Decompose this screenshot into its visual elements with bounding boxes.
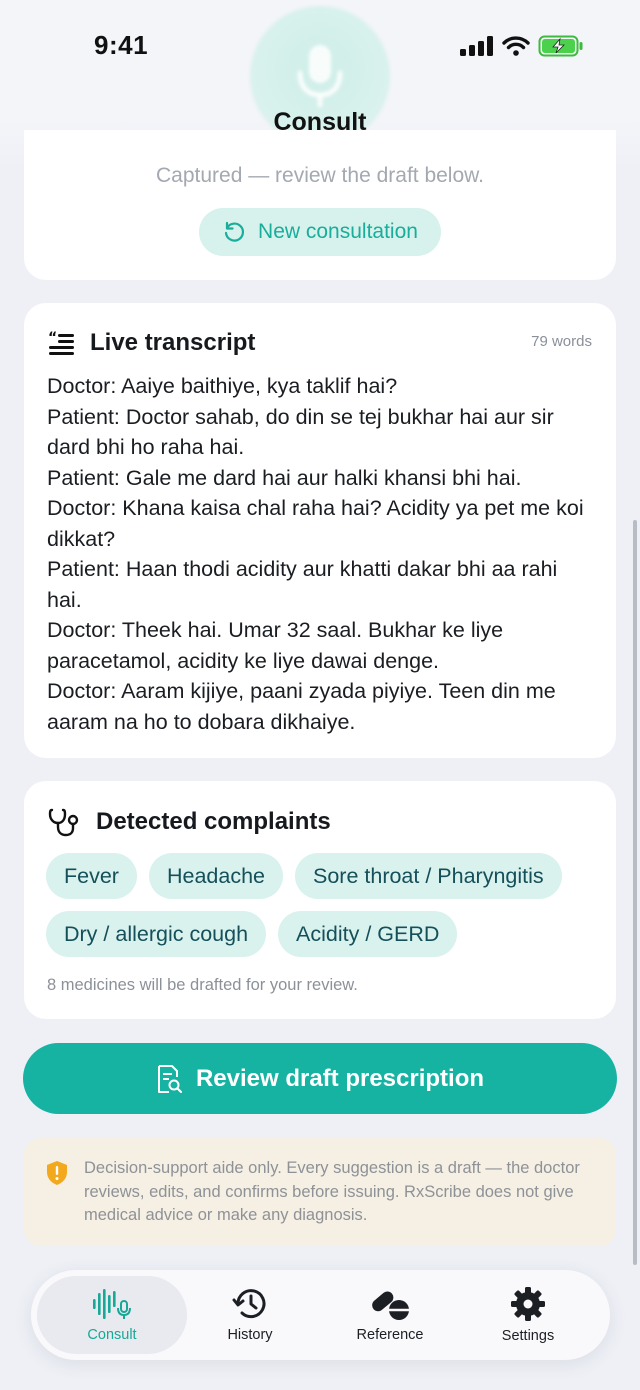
transcript-line: Doctor: Aaram kijiye, paani zyada piyiye… <box>47 679 556 734</box>
complaint-chip[interactable]: Sore throat / Pharyngitis <box>295 853 562 899</box>
complaints-card: Detected complaints Fever Headache Sore … <box>24 781 616 1019</box>
status-icons <box>460 35 584 57</box>
tab-reference[interactable]: Reference <box>315 1276 465 1354</box>
status-time: 9:41 <box>94 30 149 60</box>
tab-label: Settings <box>501 1328 555 1344</box>
transcript-line: Patient: Haan thodi acidity aur khatti d… <box>47 557 558 612</box>
complaint-chip[interactable]: Dry / allergic cough <box>46 911 267 957</box>
tab-history[interactable]: History <box>175 1276 325 1354</box>
tab-consult[interactable]: Consult <box>37 1276 187 1354</box>
gear-icon <box>511 1287 545 1321</box>
pills-icon <box>372 1291 409 1320</box>
word-count: 79 words <box>531 333 592 350</box>
complaints-header: Detected complaints <box>48 807 331 837</box>
scrollbar[interactable] <box>633 520 637 1265</box>
new-consultation-label: New consultation <box>258 220 418 243</box>
document-search-icon <box>157 1064 182 1093</box>
transcript-header: “ Live transcript <box>48 329 255 357</box>
complaint-chip[interactable]: Headache <box>148 853 283 899</box>
complaint-chip[interactable]: Fever <box>46 853 137 899</box>
transcript-text: Doctor: Aaiye baithiye, kya taklif hai? … <box>47 371 597 737</box>
transcript-line: Doctor: Aaiye baithiye, kya taklif hai? <box>47 374 398 398</box>
transcript-title: Live transcript <box>90 329 256 356</box>
new-consultation-button[interactable]: New consultation <box>199 208 441 256</box>
restart-icon <box>224 221 245 242</box>
battery-charging-icon <box>538 35 583 57</box>
tab-label: Consult <box>87 1327 137 1343</box>
transcript-line: Patient: Doctor sahab, do din se tej buk… <box>47 404 554 460</box>
wifi-icon <box>502 36 530 56</box>
transcript-line: Doctor: Khana kaisa chal raha hai? Acidi… <box>47 496 584 551</box>
history-clock-icon <box>232 1289 266 1319</box>
complaint-chips: Fever Headache Sore throat / Pharyngitis… <box>46 853 606 969</box>
shield-warning-icon <box>47 1161 67 1185</box>
tab-bar: Consult History Reference Settings <box>31 1270 610 1360</box>
medicines-note: 8 medicines will be drafted for your rev… <box>47 976 358 994</box>
complaint-chip[interactable]: Acidity / GERD <box>278 911 458 957</box>
review-button-label: Review draft prescription <box>195 1064 485 1092</box>
stethoscope-icon <box>48 808 79 837</box>
cellular-signal-icon <box>460 36 493 56</box>
svg-text:“: “ <box>48 331 57 346</box>
capture-card: Captured — review the draft below. New c… <box>24 130 616 280</box>
tab-label: History <box>227 1327 273 1343</box>
capture-status-text: Captured — review the draft below. <box>155 164 484 187</box>
status-bar: 9:41 <box>0 0 640 95</box>
tab-settings[interactable]: Settings <box>453 1276 603 1354</box>
complaints-title: Detected complaints <box>96 808 331 835</box>
tab-label: Reference <box>356 1327 424 1343</box>
transcript-card: “ Live transcript 79 words Doctor: Aaiye… <box>24 303 616 758</box>
waveform-mic-icon <box>93 1289 131 1319</box>
disclaimer-text: Decision-support aide only. Every sugges… <box>84 1159 580 1224</box>
review-draft-prescription-button[interactable]: Review draft prescription <box>23 1043 617 1114</box>
transcript-line: Patient: Gale me dard hai aur halki khan… <box>47 465 522 490</box>
transcript-line: Doctor: Theek hai. Umar 32 saal. Bukhar … <box>47 618 504 673</box>
page-title: Consult <box>273 108 367 136</box>
quote-lines-icon: “ <box>48 331 74 355</box>
disclaimer-box: Decision-support aide only. Every sugges… <box>24 1138 616 1246</box>
